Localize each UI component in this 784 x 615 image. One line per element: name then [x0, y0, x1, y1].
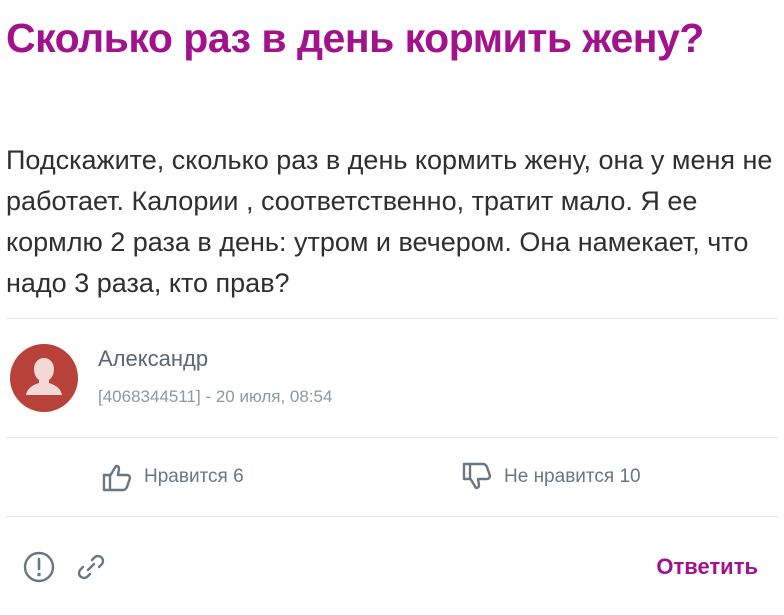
- dislike-label: Не нравится 10: [504, 466, 641, 487]
- question-title: Сколько раз в день кормить жену?: [6, 15, 704, 61]
- author-name[interactable]: Александр: [98, 346, 208, 372]
- dislike-button[interactable]: Не нравится 10: [460, 459, 641, 495]
- copy-link-button[interactable]: [74, 550, 108, 584]
- exclamation-circle-icon: [23, 551, 55, 583]
- thumbs-down-icon: [462, 462, 492, 490]
- question-page: Сколько раз в день кормить жену? Подскаж…: [0, 0, 784, 615]
- user-silhouette-icon: [26, 358, 62, 395]
- author-meta: [4068344511] - 20 июля, 08:54: [98, 387, 332, 407]
- avatar[interactable]: [10, 344, 78, 412]
- divider: [6, 437, 778, 438]
- link-icon: [77, 554, 105, 580]
- divider: [6, 516, 778, 517]
- question-body: Подскажите, сколько раз в день кормить ж…: [6, 145, 773, 298]
- divider: [6, 318, 778, 319]
- meta-separator: -: [200, 387, 216, 406]
- post-datetime: 20 июля, 08:54: [215, 387, 333, 406]
- like-label: Нравится 6: [144, 466, 244, 487]
- reply-button[interactable]: Ответить: [656, 554, 758, 580]
- report-button[interactable]: [22, 550, 56, 584]
- thumbs-up-icon: [102, 464, 132, 492]
- author-id: [4068344511]: [98, 387, 201, 406]
- like-button[interactable]: Нравится 6: [100, 459, 244, 495]
